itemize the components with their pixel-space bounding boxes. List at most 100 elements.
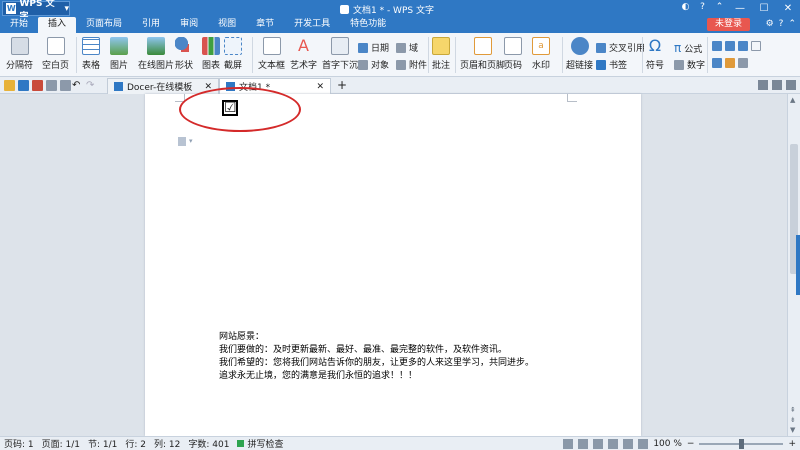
textbox-button[interactable]: 文本框 [258, 37, 285, 71]
blank-page-button[interactable]: 空白页 [42, 37, 69, 71]
side-panel-handle[interactable] [796, 235, 800, 295]
spell-check-toggle[interactable]: 拼写检查 [237, 437, 283, 450]
restore-icon[interactable] [786, 80, 796, 90]
watermark-button[interactable]: a 水印 [532, 37, 550, 71]
zoom-in-icon[interactable]: + [788, 439, 796, 449]
symbol-button[interactable]: Ω 符号 [646, 37, 664, 72]
login-button[interactable]: 未登录 [706, 18, 750, 31]
drop-cap-button[interactable]: 首字下沉 [322, 37, 358, 71]
document-text[interactable]: 网站愿景： 我们要做的：及时更新最新、最好、最准、最完整的软件，及软件资讯。 我… [219, 331, 534, 383]
page-break-button[interactable]: 分隔符 [6, 37, 33, 71]
object-button[interactable]: 对象 [358, 58, 389, 71]
page-number-button[interactable]: 页码 [504, 37, 522, 71]
object-icon [358, 59, 368, 70]
chevron-down-icon: ▾ [189, 137, 193, 145]
tab-insert[interactable]: 插入 [38, 17, 77, 33]
print-preview-icon[interactable] [60, 80, 71, 91]
hyperlink-button[interactable]: 超链接 [566, 37, 593, 71]
shapes-button[interactable]: 形状 [175, 37, 193, 71]
screenshot-button[interactable]: 截屏 [224, 37, 242, 71]
picture-button[interactable]: 图片 [110, 37, 128, 71]
tab-review[interactable]: 审阅 [170, 17, 208, 33]
close-button[interactable]: ✕ [776, 0, 800, 17]
zoom-slider[interactable] [699, 439, 784, 449]
tab-features[interactable]: 特色功能 [340, 17, 396, 33]
window-list-icon[interactable] [758, 80, 768, 90]
close-icon[interactable]: ✕ [316, 82, 324, 92]
undo-icon[interactable]: ↶ [72, 80, 83, 91]
skin-icon[interactable]: ◐ [680, 2, 691, 13]
number-button[interactable]: 数字 [674, 58, 705, 71]
zoom-out-icon[interactable]: − [687, 439, 695, 449]
attachment-button[interactable]: 附件 [396, 58, 427, 71]
design-mode-icon[interactable] [712, 58, 722, 68]
new-tab-icon[interactable]: + [337, 78, 347, 92]
tile-icon[interactable] [772, 80, 782, 90]
column-status: 列: 12 [154, 440, 181, 450]
web-view-icon[interactable] [608, 439, 619, 449]
bookmark-button[interactable]: 书签 [596, 58, 627, 71]
tab-chapter[interactable]: 章节 [246, 17, 284, 33]
shapes-icon [175, 37, 193, 55]
checkbox-control-icon[interactable] [712, 41, 722, 51]
pi-icon: π [674, 41, 682, 55]
help-icon[interactable]: ? [697, 2, 708, 13]
date-button[interactable]: 日期 [358, 41, 389, 54]
ribbon-collapse-icon[interactable]: ⌃ [714, 2, 725, 13]
tab-page-layout[interactable]: 页面布局 [76, 17, 132, 33]
pencil-icon[interactable] [725, 58, 735, 68]
open-icon[interactable] [4, 80, 15, 91]
frame-control-icon[interactable] [751, 41, 761, 51]
help-icon[interactable]: ? [779, 19, 784, 29]
chevron-down-icon: ▾ [64, 3, 69, 14]
scroll-down-icon[interactable]: ▼ [790, 426, 795, 434]
menu-tabs: 开始 插入 页面布局 引用 审阅 视图 章节 开发工具 特色功能 [0, 17, 800, 33]
header-footer-button[interactable]: 页眉和页脚 [460, 37, 505, 71]
fullscreen-icon[interactable] [563, 439, 574, 449]
settings-icon[interactable]: ⚙ [766, 19, 774, 29]
print-icon[interactable] [46, 80, 57, 91]
cross-ref-button[interactable]: 交叉引用 [596, 41, 645, 54]
tab-view[interactable]: 视图 [208, 17, 246, 33]
eye-icon[interactable] [638, 439, 649, 449]
pdf-icon[interactable] [32, 80, 43, 91]
window-title: 文档1 * - WPS 文字 [340, 3, 434, 16]
outline-view-icon[interactable] [593, 439, 604, 449]
chart-button[interactable]: 图表 [202, 37, 220, 71]
expand-icon[interactable]: ⌃ [788, 19, 796, 29]
cross-ref-icon [596, 42, 606, 53]
zoom-level[interactable]: 100 % [653, 439, 682, 449]
formula-button[interactable]: π 公式 [674, 41, 702, 55]
tab-references[interactable]: 引用 [132, 17, 170, 33]
page-number-icon [504, 37, 522, 55]
next-page-icon[interactable]: ⇟ [790, 416, 796, 424]
minimize-button[interactable]: — [728, 0, 752, 17]
field-icon [396, 42, 406, 53]
tab-developer[interactable]: 开发工具 [284, 17, 340, 33]
bookmark-icon [596, 59, 606, 70]
page-number-status[interactable]: 页码: 1 [4, 437, 34, 450]
maximize-button[interactable]: ☐ [752, 0, 776, 17]
scroll-up-icon[interactable]: ▲ [790, 96, 795, 104]
prev-page-icon[interactable]: ⇞ [790, 406, 796, 414]
app-menu-button[interactable]: W WPS 文字 ▾ [2, 0, 70, 22]
comment-button[interactable]: 批注 [432, 37, 450, 71]
reading-view-icon[interactable] [623, 439, 634, 449]
wps-logo-icon: W [6, 3, 17, 14]
online-picture-button[interactable]: 在线图片 [138, 37, 174, 71]
eraser-icon[interactable] [738, 58, 748, 68]
word-count-status[interactable]: 字数: 401 [188, 437, 229, 450]
tab-start[interactable]: 开始 [0, 17, 38, 33]
zoom-slider-knob[interactable] [739, 439, 745, 449]
wordart-button[interactable]: A 艺术字 [290, 37, 317, 72]
document-page[interactable] [145, 94, 641, 436]
number-icon [674, 59, 684, 70]
table-button[interactable]: 表格 [82, 37, 100, 71]
status-bar: 页码: 1 页面: 1/1 节: 1/1 行: 2 列: 12 字数: 401 … [0, 436, 800, 450]
field-button[interactable]: 域 [396, 41, 418, 54]
save-icon[interactable] [18, 80, 29, 91]
text-control-icon[interactable] [738, 41, 748, 51]
combo-control-icon[interactable] [725, 41, 735, 51]
redo-icon[interactable]: ↷ [86, 80, 97, 91]
page-view-icon[interactable] [578, 439, 589, 449]
